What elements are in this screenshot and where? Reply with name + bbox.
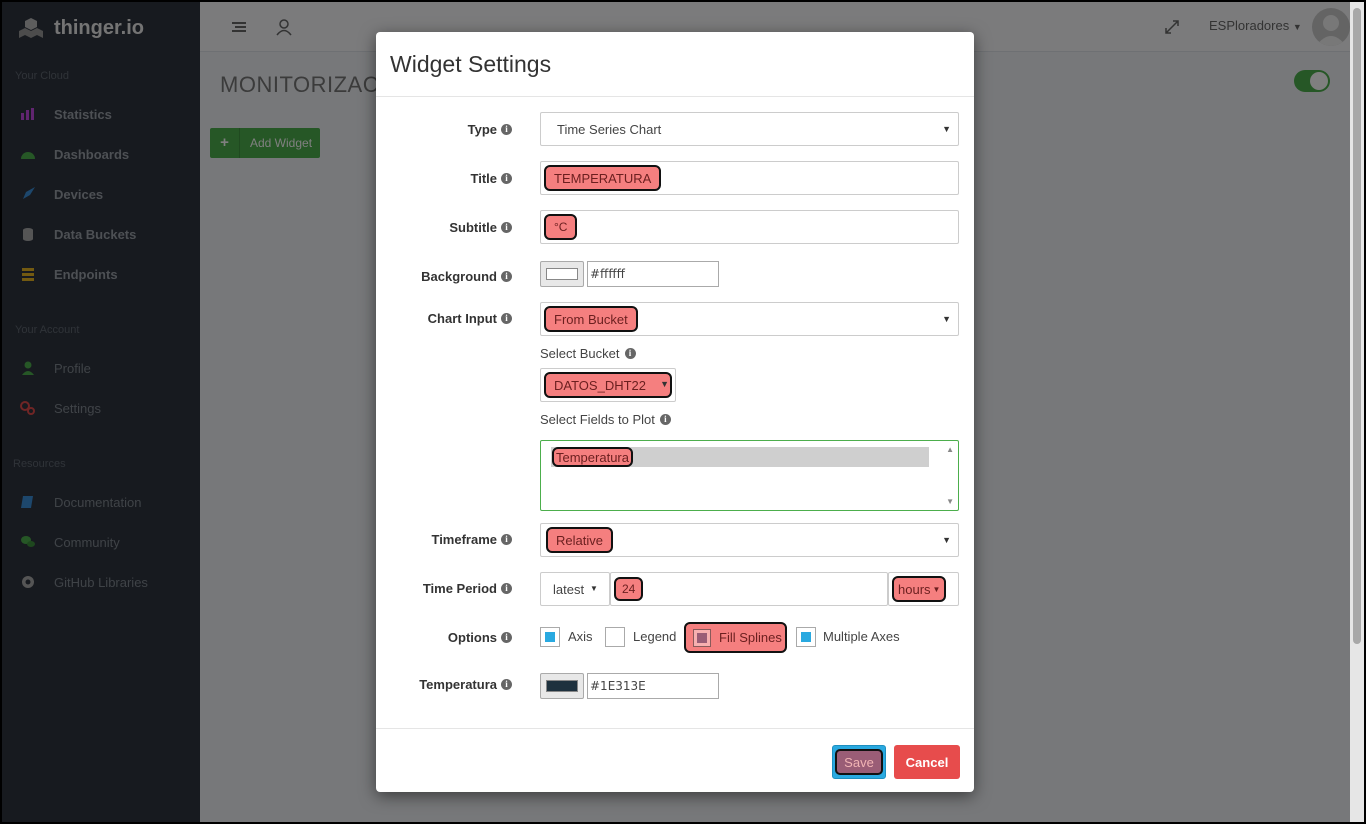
checkbox-check [801,632,811,642]
scrollbar-thumb[interactable] [1353,8,1361,644]
time-period-label: Time Period i [423,581,512,596]
cancel-button[interactable]: Cancel [894,745,960,779]
time-period-mode: latest [553,582,585,597]
timeframe-label: Timeframe i [431,532,512,547]
select-bucket-label: Select Bucket i [540,346,636,361]
time-period-mode-dropdown[interactable]: latest ▼ [540,572,610,606]
timeframe-label-text: Timeframe [431,532,497,547]
caret-down-icon: ▼ [942,535,951,545]
background-color-picker[interactable] [540,261,584,287]
info-icon[interactable]: i [501,679,512,690]
save-label: Save [835,749,883,775]
bucket-select[interactable]: DATOS_DHT22 ▼ [540,368,676,402]
app-frame: thinger.io Your Cloud Statistics Dashboa… [2,2,1364,822]
timeframe-value: Relative [546,527,613,553]
checkbox-check [697,633,707,643]
caret-down-icon: ▼ [590,584,598,593]
caret-down-icon: ▼ [932,584,941,594]
options-label-text: Options [447,630,497,645]
info-icon[interactable]: i [501,271,512,282]
modal-footer: Save Cancel [376,728,974,792]
title-label-text: Title [470,171,498,186]
title-label: Title i [470,171,512,186]
bucket-value: DATOS_DHT22 [544,372,672,398]
scroll-up-icon[interactable]: ▲ [946,445,954,454]
info-icon[interactable]: i [501,124,512,135]
type-select[interactable]: Time Series Chart ▼ [540,112,959,146]
background-color-input[interactable]: #ffffff [587,261,719,287]
info-icon[interactable]: i [659,414,671,425]
time-period-unit-box: hours ▼ [892,576,947,602]
info-icon[interactable]: i [501,222,512,233]
select-bucket-label-text: Select Bucket [540,346,620,361]
time-period-amount-input[interactable]: 24 [610,572,888,606]
caret-down-icon: ▼ [942,124,951,134]
temperatura-color-label-text: Temperatura [419,677,497,692]
info-icon[interactable]: i [624,348,636,359]
fill-splines-option[interactable]: Fill Splines [684,622,787,653]
widget-settings-modal: Widget Settings Type i Time Series Chart … [376,32,974,792]
time-period-amount: 24 [614,577,644,601]
caret-down-icon: ▼ [660,379,669,389]
time-period-unit: hours [898,581,931,597]
fill-splines-label: Fill Splines [719,630,782,645]
axis-checkbox[interactable] [540,627,560,647]
background-label: Background i [421,269,512,284]
subtitle-input[interactable]: °C [540,210,959,244]
select-fields-label: Select Fields to Plot i [540,412,671,427]
select-fields-label-text: Select Fields to Plot [540,412,655,427]
legend-label: Legend [633,629,677,644]
fields-multiselect[interactable]: Temperatura ▲ ▼ [540,440,959,511]
subtitle-label-text: Subtitle [449,220,497,235]
info-icon[interactable]: i [501,632,512,643]
temperatura-color-label: Temperatura i [419,677,512,692]
scroll-down-icon[interactable]: ▼ [946,497,954,506]
info-icon[interactable]: i [501,583,512,594]
time-period-unit-dropdown[interactable]: hours ▼ [888,572,959,606]
info-icon[interactable]: i [501,173,512,184]
chart-input-label: Chart Input i [428,311,512,326]
timeframe-select[interactable]: Relative ▼ [540,523,959,557]
title-value: TEMPERATURA [544,165,662,191]
checkbox-check [545,632,555,642]
temperatura-swatch [546,680,578,692]
chart-input-label-text: Chart Input [427,311,497,326]
type-label-text: Type [467,122,497,137]
time-period-label-text: Time Period [422,581,497,596]
legend-checkbox[interactable] [605,627,625,647]
multiple-axes-label: Multiple Axes [823,629,900,644]
modal-header: Widget Settings [376,32,974,97]
type-value: Time Series Chart [557,122,662,137]
multiple-axes-checkbox[interactable] [796,627,816,647]
title-input[interactable]: TEMPERATURA [540,161,959,195]
chart-input-value: From Bucket [544,306,638,332]
fill-splines-checkbox[interactable] [693,629,711,647]
background-swatch [546,268,578,280]
modal-title: Widget Settings [390,51,552,77]
background-label-text: Background [421,269,497,284]
caret-down-icon: ▼ [942,314,951,324]
subtitle-value: °C [544,214,578,240]
info-icon[interactable]: i [501,534,512,545]
temperatura-color-input[interactable]: #1E313E [587,673,719,699]
info-icon[interactable]: i [501,313,512,324]
subtitle-label: Subtitle i [449,220,512,235]
options-label: Options i [448,630,512,645]
temperatura-color-picker[interactable] [540,673,584,699]
save-button[interactable]: Save [832,745,886,779]
type-label: Type i [468,122,512,137]
axis-label: Axis [568,629,593,644]
selected-field-tag[interactable]: Temperatura [552,447,633,467]
chart-input-select[interactable]: From Bucket ▼ [540,302,959,336]
page-scrollbar[interactable] [1350,2,1364,822]
